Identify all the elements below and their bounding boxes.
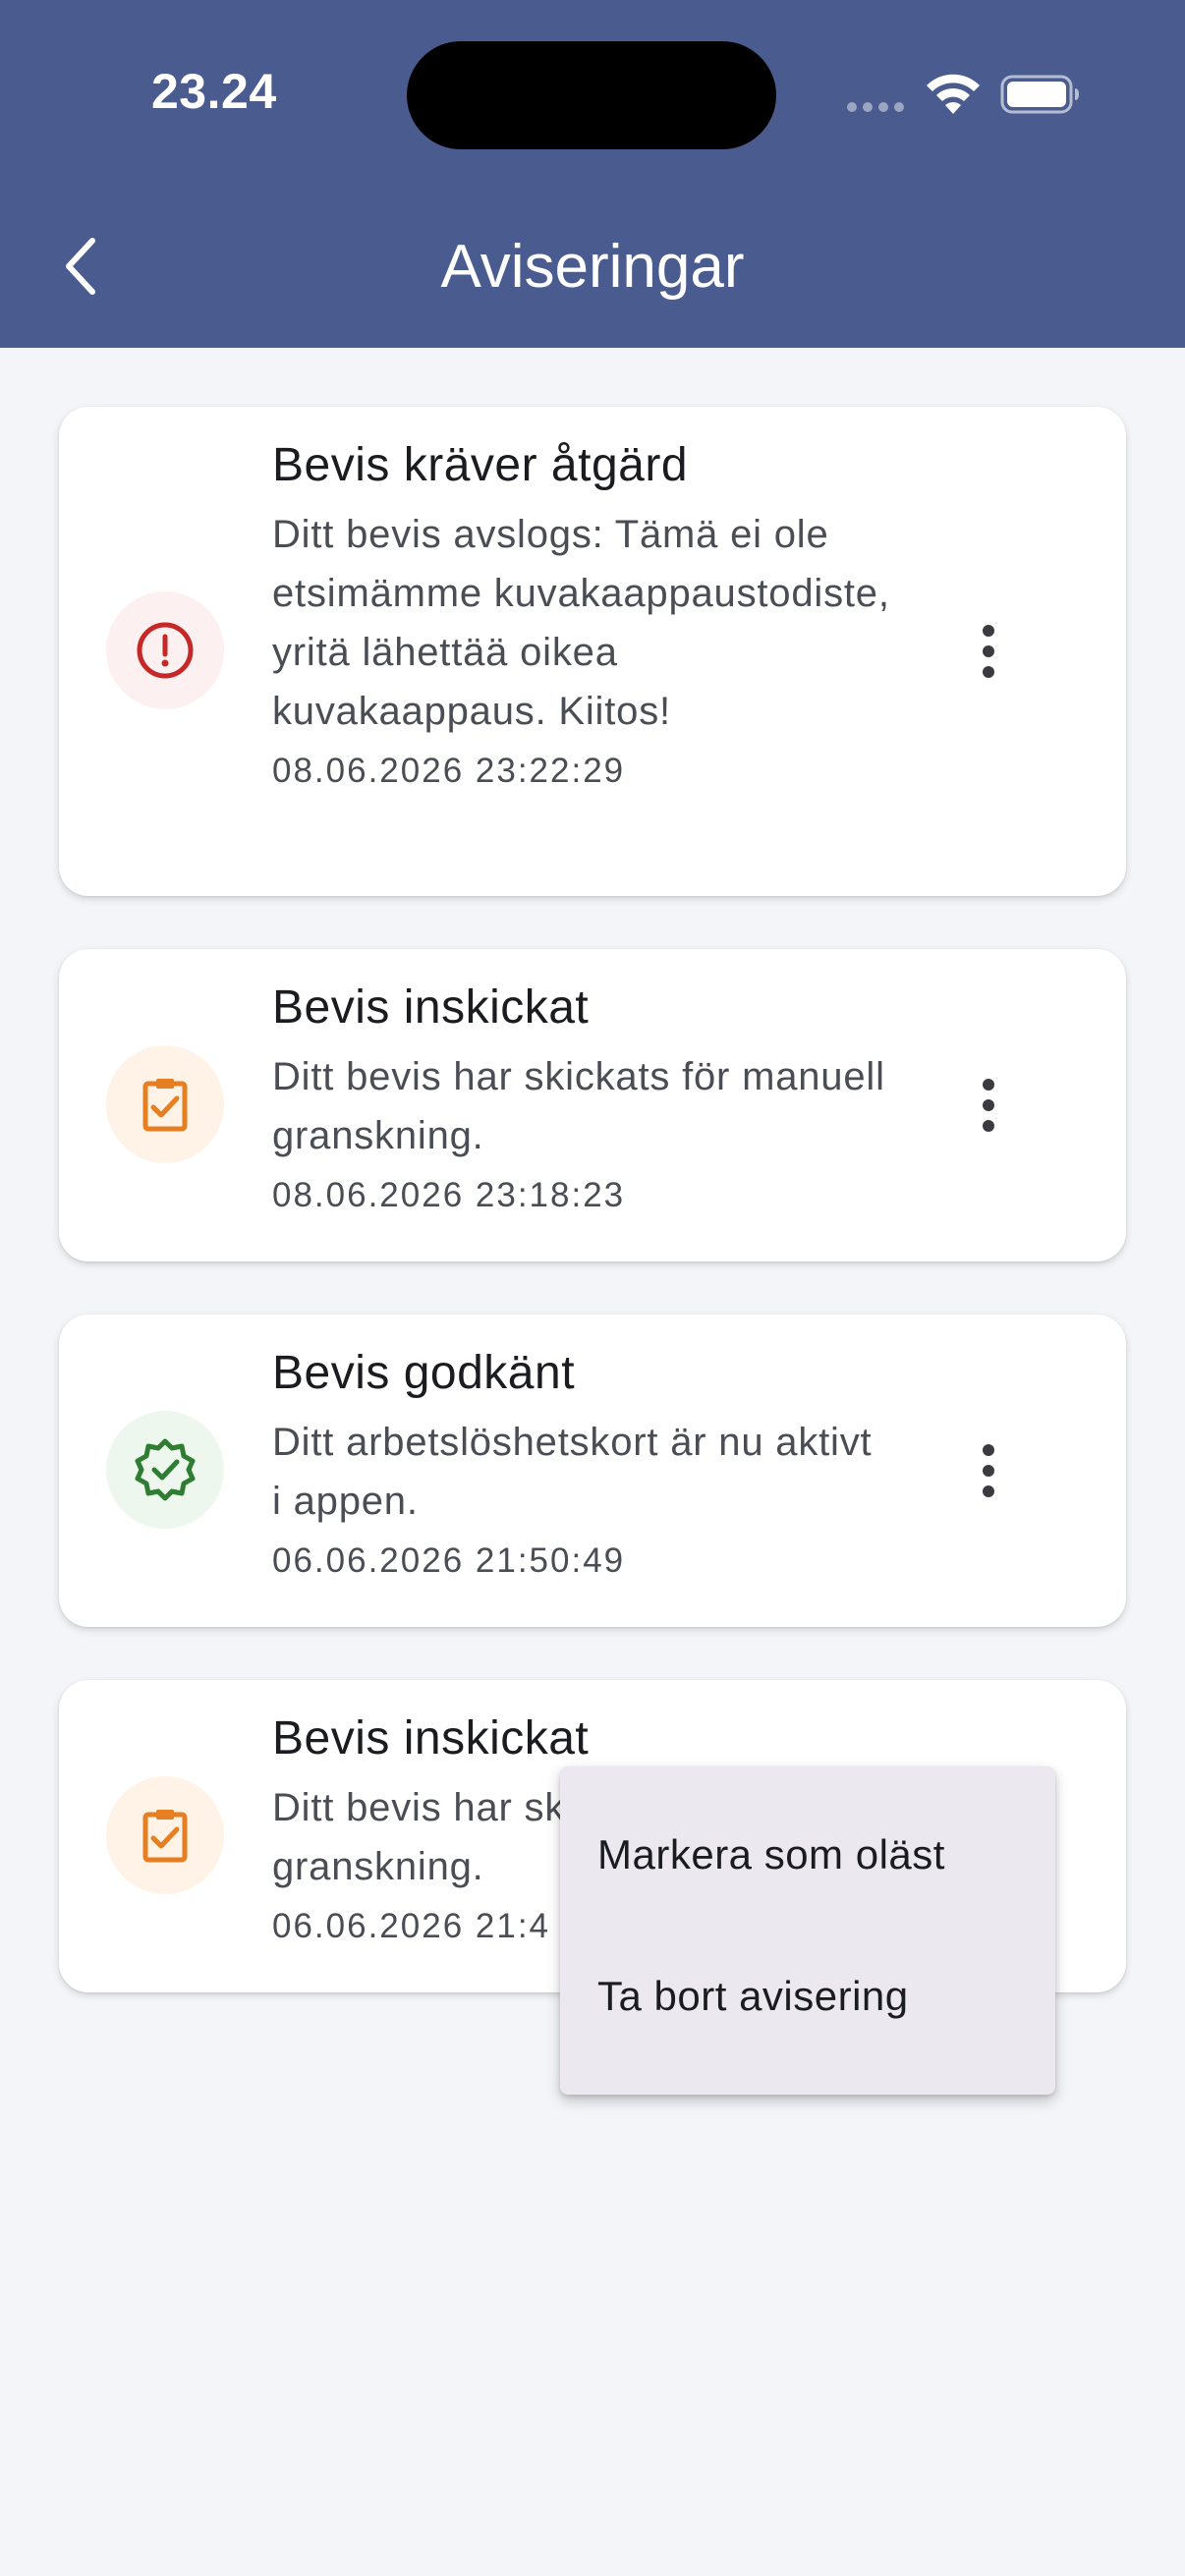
more-vertical-icon (983, 625, 994, 637)
dynamic-island (407, 41, 776, 149)
clipboard-check-icon (142, 1079, 188, 1132)
exclamation-circle-icon (137, 622, 194, 679)
notification-message: Ditt bevis har skickats för manuell gran… (272, 1055, 885, 1157)
battery-icon (1000, 75, 1079, 114)
notification-title: Bevis kräver åtgärd (272, 439, 689, 491)
notification-card[interactable]: Bevis inskickat Ditt bevis har skickats … (59, 949, 1126, 1261)
cellular-dots-icon (847, 102, 904, 112)
notification-icon-wrap (106, 1776, 224, 1894)
menu-item-mark-unread[interactable]: Markera som oläst (560, 1784, 1055, 1926)
notification-timestamp: 06.06.2026 21:50:49 (272, 1541, 626, 1580)
notification-icon-wrap (106, 1411, 224, 1529)
more-options-button[interactable] (969, 1056, 1008, 1154)
notification-message: Ditt arbetslöshetskort är nu aktivt i ap… (272, 1421, 873, 1523)
more-options-button[interactable] (969, 602, 1008, 700)
notification-title: Bevis inskickat (272, 981, 590, 1034)
status-bar-time: 23.24 (151, 64, 277, 119)
notification-timestamp: 08.06.2026 23:18:23 (272, 1176, 626, 1214)
notification-title: Bevis inskickat (272, 1712, 590, 1764)
notification-message: Ditt bevis avslogs: Tämä ei ole etsimämm… (272, 513, 890, 733)
more-vertical-icon (983, 1079, 994, 1091)
notification-icon-wrap (106, 591, 224, 709)
notification-timestamp: 08.06.2026 23:22:29 (272, 752, 626, 790)
more-vertical-icon (983, 1444, 994, 1456)
menu-item-delete-notification[interactable]: Ta bort avisering (560, 1926, 1055, 2067)
more-options-button[interactable] (969, 1422, 1008, 1520)
notification-icon-wrap (106, 1045, 224, 1163)
wifi-icon (927, 74, 980, 114)
page-title: Aviseringar (440, 233, 745, 301)
notification-title: Bevis godkänt (272, 1347, 576, 1399)
notification-card[interactable]: Bevis kräver åtgärd Ditt bevis avslogs: … (59, 407, 1126, 896)
context-menu: Markera som oläst Ta bort avisering (560, 1766, 1055, 2095)
clipboard-check-icon (142, 1810, 188, 1863)
app-header: 23.24 Aviseringar (0, 0, 1185, 348)
verified-badge-icon (135, 1438, 196, 1501)
notification-card[interactable]: Bevis godkänt Ditt arbetslöshetskort är … (59, 1315, 1126, 1627)
